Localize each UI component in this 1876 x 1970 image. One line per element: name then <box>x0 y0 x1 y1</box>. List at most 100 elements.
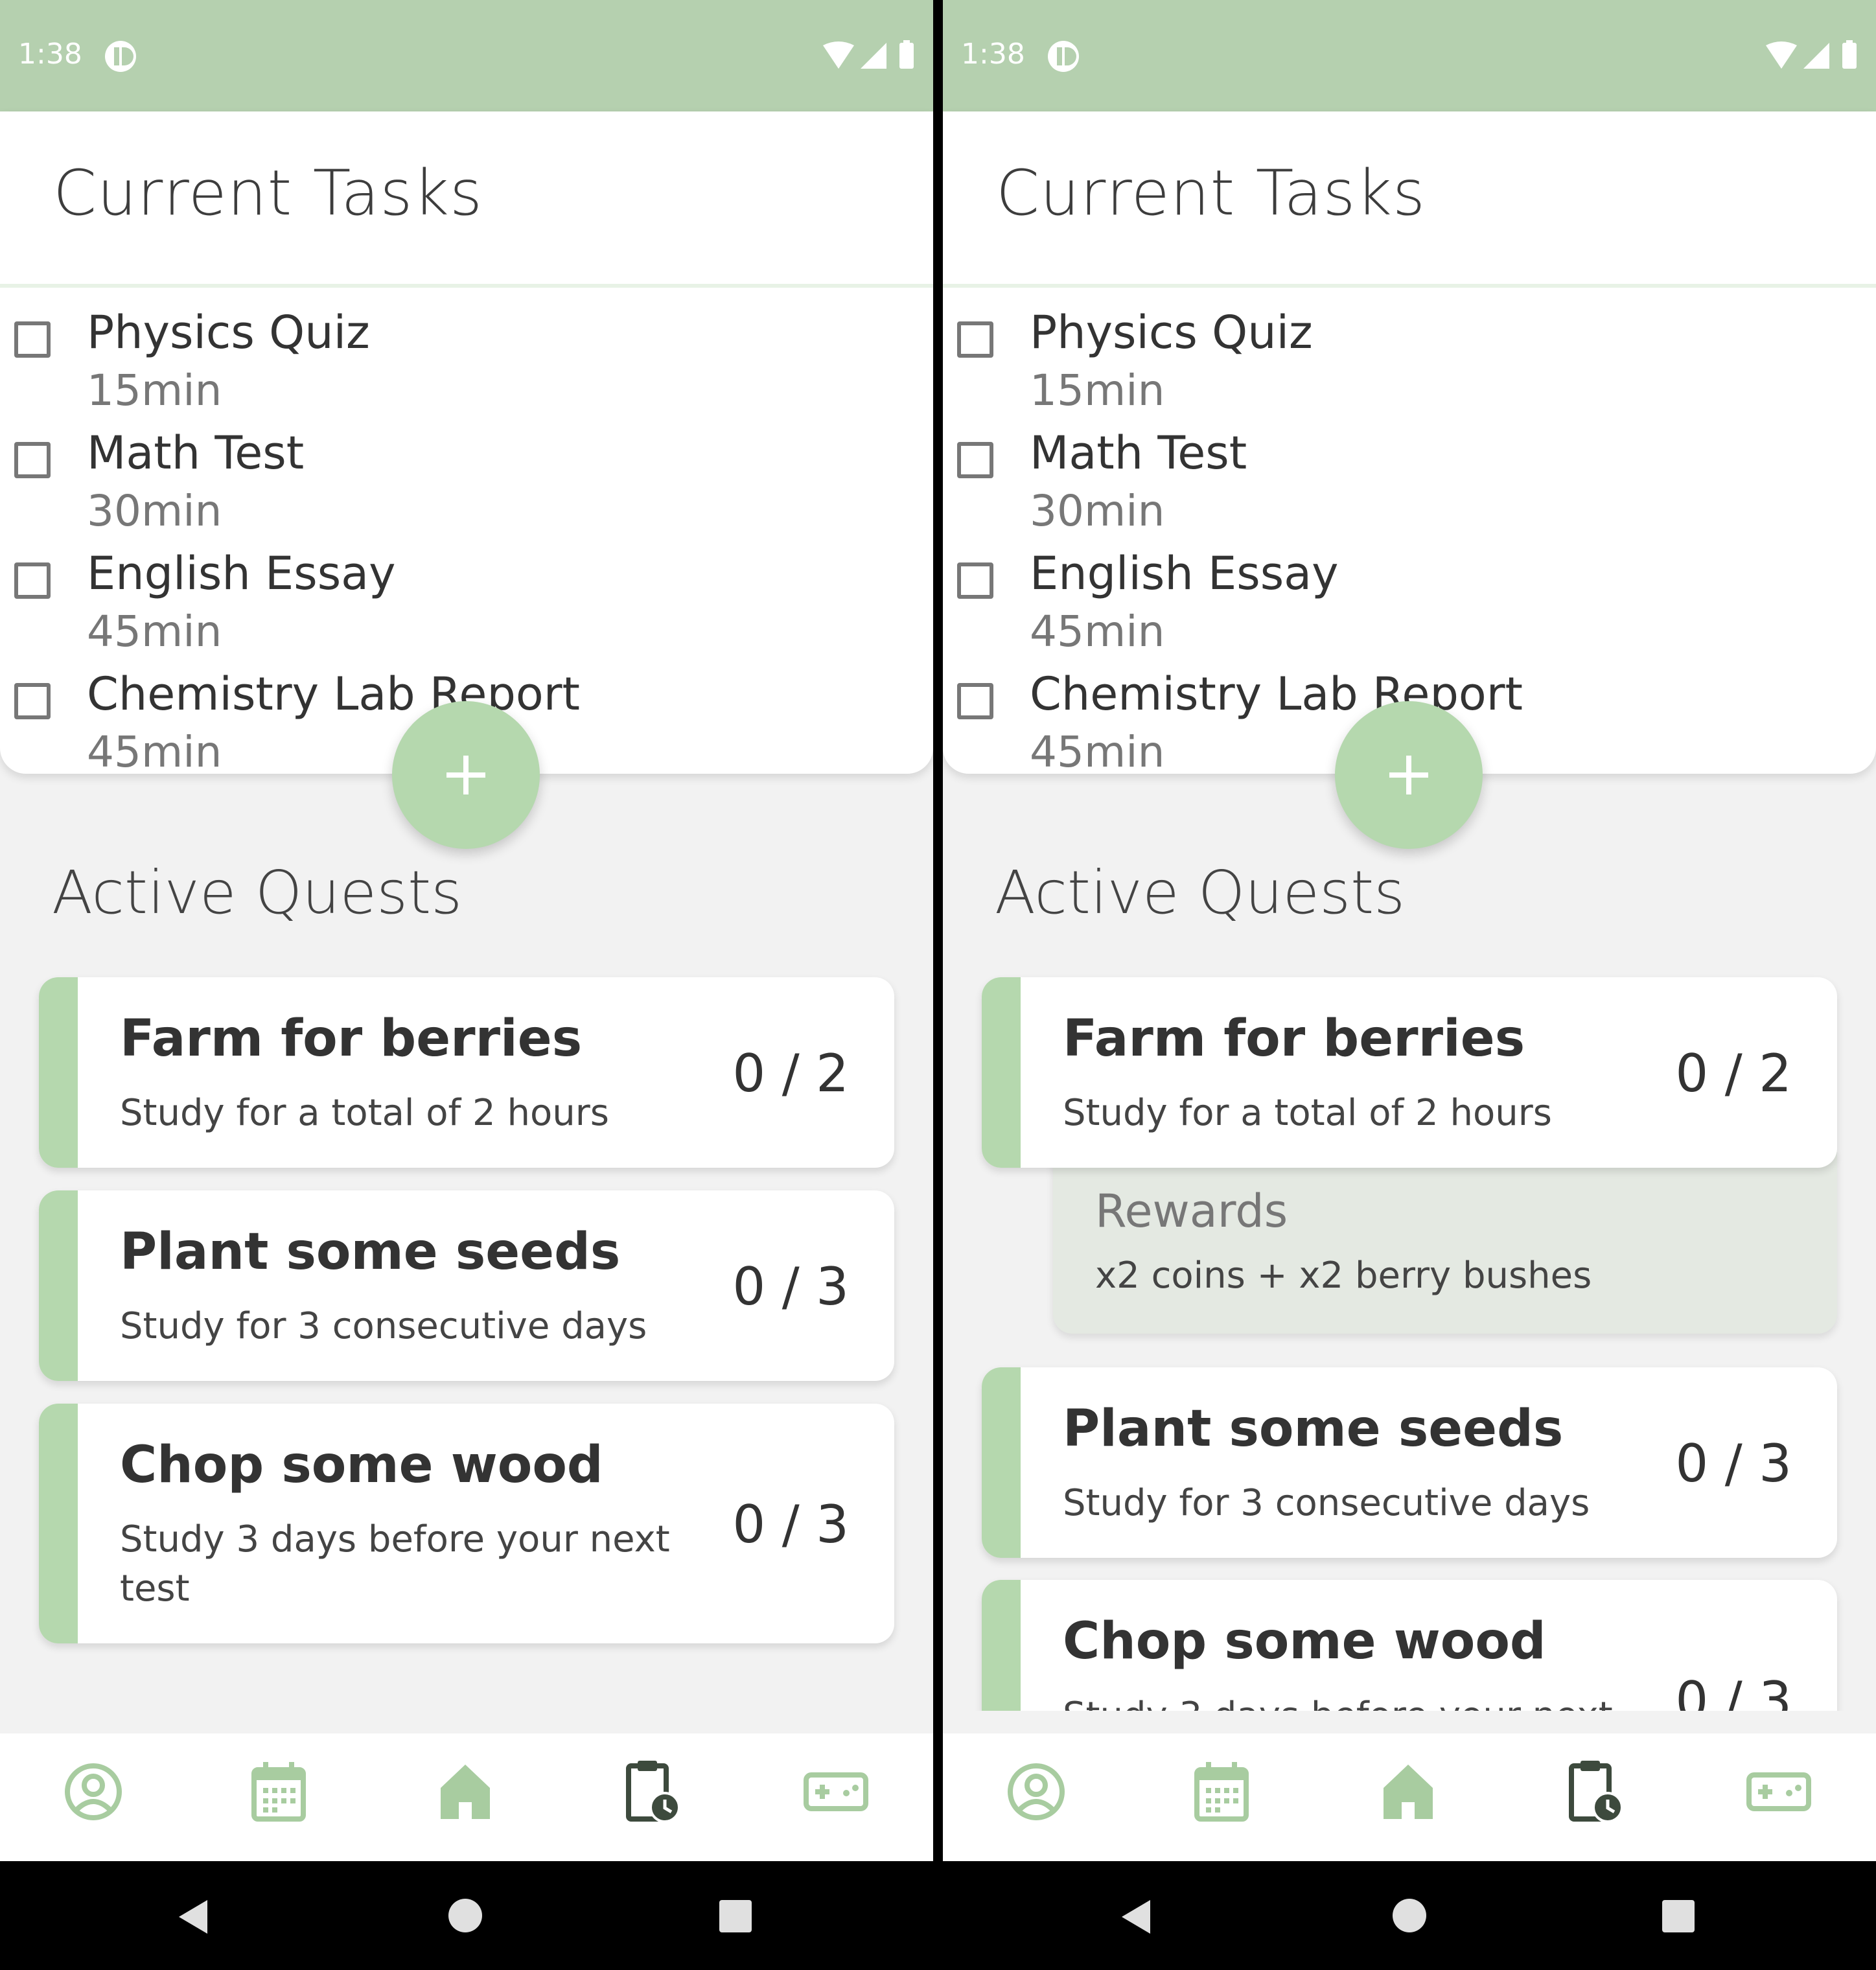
back-icon[interactable] <box>175 1897 211 1936</box>
task-checkbox[interactable] <box>957 562 993 599</box>
phone-screen-expanded: 1:38 Current Tasks Physics Quiz 15min Ma… <box>943 0 1876 1861</box>
quest-card[interactable]: Chop some wood Study 3 days before your … <box>982 1580 1837 1711</box>
tasks-clipboard-icon[interactable] <box>1568 1757 1623 1824</box>
task-name: English Essay <box>87 547 396 600</box>
quest-title: Farm for berries <box>120 1010 583 1068</box>
quest-card[interactable]: Farm for berries Study for a total of 2 … <box>39 977 894 1168</box>
plus-icon <box>446 756 485 794</box>
task-duration: 30min <box>1030 486 1165 536</box>
profile-icon[interactable] <box>64 1762 123 1822</box>
task-duration: 45min <box>87 607 222 656</box>
divider <box>943 284 1876 288</box>
battery-icon <box>1842 43 1857 69</box>
games-icon[interactable] <box>1746 1772 1811 1811</box>
recents-icon[interactable] <box>1661 1899 1696 1934</box>
status-time: 1:38 <box>18 38 82 71</box>
current-tasks-title: Current Tasks <box>996 157 1426 229</box>
wifi-icon <box>823 41 854 69</box>
status-bar: 1:38 <box>0 0 933 111</box>
task-item[interactable]: Math Test 30min <box>943 421 1876 542</box>
task-checkbox[interactable] <box>957 442 993 478</box>
quest-accent-bar <box>982 1367 1021 1558</box>
battery-icon <box>899 43 914 69</box>
phone-screen-collapsed: 1:38 Current Tasks Physics Quiz 15min Ma… <box>0 0 933 1861</box>
quest-accent-bar <box>982 977 1021 1168</box>
quest-title: Farm for berries <box>1063 1010 1525 1068</box>
wifi-icon <box>1766 41 1797 69</box>
task-name: Physics Quiz <box>87 306 370 359</box>
quest-accent-bar <box>39 1404 78 1643</box>
current-tasks-card: Current Tasks Physics Quiz 15min Math Te… <box>0 111 933 774</box>
plus-icon <box>1389 756 1428 794</box>
task-checkbox[interactable] <box>14 442 51 478</box>
current-tasks-card: Current Tasks Physics Quiz 15min Math Te… <box>943 111 1876 774</box>
task-duration: 15min <box>1030 365 1165 415</box>
task-name: Physics Quiz <box>1030 306 1313 359</box>
active-quests-title: Active Quests <box>52 858 463 927</box>
tasks-clipboard-icon[interactable] <box>625 1757 680 1824</box>
task-checkbox[interactable] <box>957 321 993 358</box>
task-checkbox[interactable] <box>14 683 51 719</box>
task-checkbox[interactable] <box>14 562 51 599</box>
task-duration: 15min <box>87 365 222 415</box>
add-task-button[interactable] <box>1335 701 1483 849</box>
home-icon[interactable] <box>438 1762 492 1822</box>
rewards-title: Rewards <box>1095 1185 1288 1238</box>
quest-description: Study 3 days before your next test <box>1063 1691 1620 1711</box>
games-icon[interactable] <box>804 1772 868 1811</box>
signal-icon <box>861 43 886 69</box>
app-notification-icon <box>1047 40 1080 76</box>
home-circle-icon[interactable] <box>447 1897 483 1934</box>
quest-card[interactable]: Chop some wood Study 3 days before your … <box>39 1404 894 1643</box>
status-time: 1:38 <box>961 38 1025 71</box>
back-icon[interactable] <box>1118 1897 1154 1936</box>
quest-description: Study for 3 consecutive days <box>1063 1482 1590 1524</box>
task-duration: 45min <box>1030 607 1165 656</box>
quest-card[interactable]: Plant some seeds Study for 3 consecutive… <box>982 1367 1837 1558</box>
recents-icon[interactable] <box>718 1899 753 1934</box>
quest-accent-bar <box>982 1580 1021 1711</box>
add-task-button[interactable] <box>392 701 540 849</box>
task-checkbox[interactable] <box>14 321 51 358</box>
quest-description: Study for a total of 2 hours <box>120 1092 609 1134</box>
calendar-icon[interactable] <box>251 1762 306 1822</box>
quest-card-expanded[interactable]: Farm for berries Study for a total of 2 … <box>982 977 1837 1168</box>
quest-progress: 0 / 3 <box>732 1494 849 1555</box>
quest-progress: 0 / 2 <box>1675 1043 1792 1104</box>
task-name: Math Test <box>87 426 305 480</box>
quest-progress: 0 / 3 <box>1675 1433 1792 1494</box>
task-item[interactable]: Physics Quiz 15min <box>0 301 933 421</box>
task-duration: 30min <box>87 486 222 536</box>
quest-description: Study 3 days before your next test <box>120 1518 670 1610</box>
task-duration: 45min <box>1030 727 1165 774</box>
quest-card[interactable]: Plant some seeds Study for 3 consecutive… <box>39 1190 894 1381</box>
task-item[interactable]: English Essay 45min <box>0 542 933 662</box>
task-item[interactable]: Math Test 30min <box>0 421 933 542</box>
quest-title: Chop some wood <box>120 1436 603 1494</box>
active-quests-title: Active Quests <box>995 858 1406 927</box>
task-name: Math Test <box>1030 426 1247 480</box>
quest-rewards-panel: Rewards x2 coins + x2 berry bushes <box>1053 1152 1837 1334</box>
calendar-icon[interactable] <box>1194 1762 1249 1822</box>
task-duration: 45min <box>87 727 222 774</box>
system-status-icons <box>822 40 919 74</box>
task-checkbox[interactable] <box>957 683 993 719</box>
quest-title: Chop some wood <box>1063 1612 1546 1671</box>
quest-description: Study for 3 consecutive days <box>120 1305 647 1347</box>
task-item[interactable]: English Essay 45min <box>943 542 1876 662</box>
task-item[interactable]: Physics Quiz 15min <box>943 301 1876 421</box>
system-status-icons <box>1765 40 1862 74</box>
quest-progress: 0 / 3 <box>1675 1671 1792 1711</box>
quest-title: Plant some seeds <box>1063 1400 1564 1458</box>
home-circle-icon[interactable] <box>1391 1897 1428 1934</box>
quest-progress: 0 / 3 <box>732 1257 849 1317</box>
system-navigation-bar <box>0 1861 1876 1970</box>
quests-list[interactable]: Rewards x2 coins + x2 berry bushes Farm … <box>943 959 1876 1711</box>
bottom-navigation <box>943 1733 1876 1861</box>
profile-icon[interactable] <box>1006 1762 1066 1822</box>
quest-title: Plant some seeds <box>120 1223 621 1281</box>
home-icon[interactable] <box>1381 1762 1435 1822</box>
quests-list[interactable]: Farm for berries Study for a total of 2 … <box>0 959 933 1665</box>
app-notification-icon <box>104 40 137 76</box>
status-bar: 1:38 <box>943 0 1876 111</box>
